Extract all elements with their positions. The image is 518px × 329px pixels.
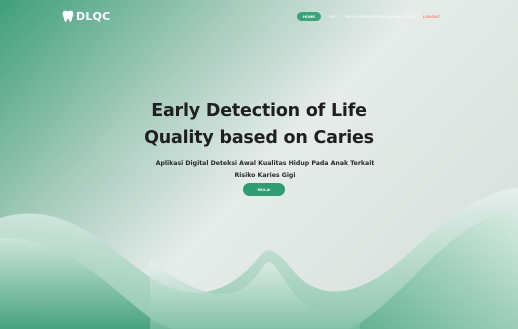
hero-title: Early Detection of Life Quality based on… (0, 98, 518, 152)
brand-logo[interactable]: DLQC (62, 10, 110, 23)
hero-title-line-1: Early Detection of Life (151, 101, 367, 121)
nav-logout-link[interactable]: LOGOUT (423, 14, 440, 19)
hero-subtitle: Aplikasi Digital Deteksi Awal Kualitas H… (130, 158, 400, 182)
nav-menu: HOME APP MIKEALIVERSTENSEN@GMAIL.COM LOG… (297, 12, 440, 21)
nav-user-email[interactable]: MIKEALIVERSTENSEN@GMAIL.COM (345, 14, 415, 19)
hero-subtitle-line-1: Aplikasi Digital Deteksi Awal Kualitas H… (155, 160, 375, 167)
tooth-icon (62, 10, 74, 22)
brand-name: DLQC (76, 10, 111, 23)
top-navbar: DLQC HOME APP MIKEALIVERSTENSEN@GMAIL.CO… (0, 0, 518, 36)
hero-subtitle-line-2: Risiko Karies Gigi (234, 172, 296, 179)
hero-title-line-2: Quality based on Caries (144, 128, 374, 148)
nav-home-button[interactable]: HOME (297, 12, 321, 21)
nav-app-link[interactable]: APP (329, 14, 337, 19)
start-button[interactable]: MULAI (243, 183, 285, 196)
landing-page: DLQC HOME APP MIKEALIVERSTENSEN@GMAIL.CO… (0, 0, 518, 329)
